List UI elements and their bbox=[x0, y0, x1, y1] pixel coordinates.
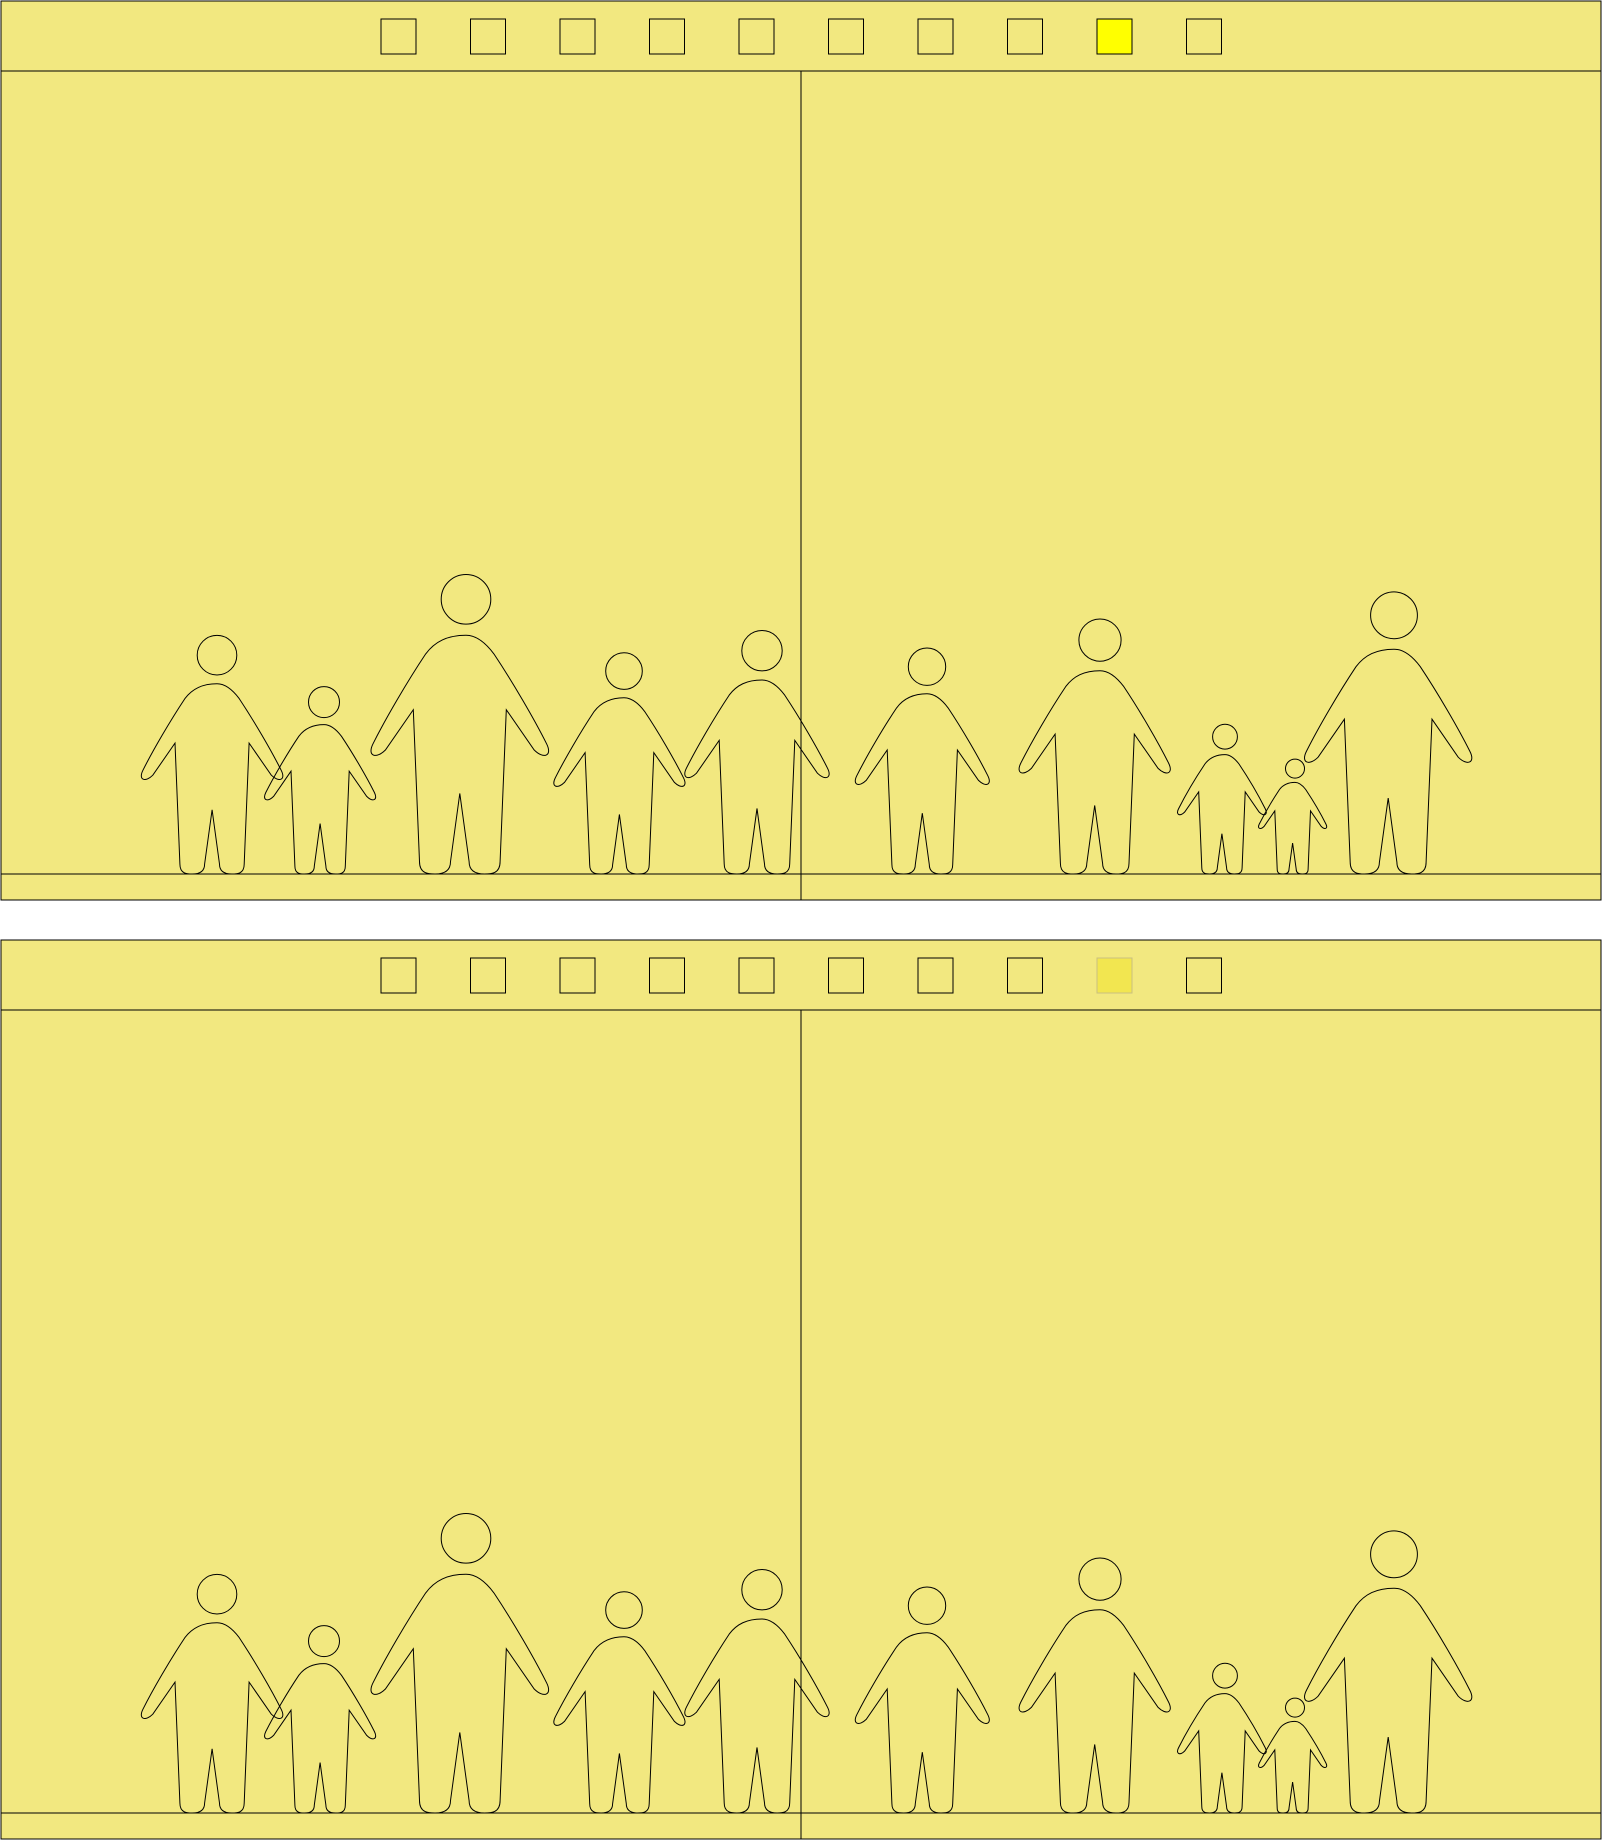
scene-top bbox=[0, 0, 1603, 902]
selector-box-selected[interactable] bbox=[1096, 957, 1133, 994]
scene-top-canvas bbox=[0, 0, 1602, 901]
scene-bottom-canvas bbox=[0, 939, 1602, 1840]
selector-box-selected[interactable] bbox=[1096, 18, 1133, 55]
scene-bottom bbox=[0, 939, 1603, 1841]
